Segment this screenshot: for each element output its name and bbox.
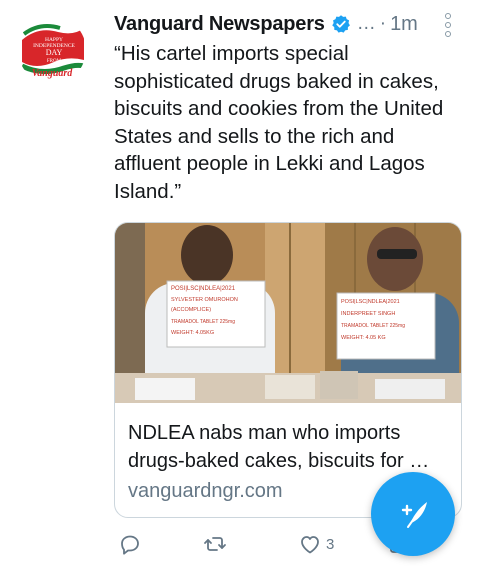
sign-left-line2: SYLVESTER OMUROHON <box>171 297 238 303</box>
like-button[interactable]: 3 <box>298 532 334 556</box>
avatar-brand: Vanguard <box>32 68 74 79</box>
vanguard-independence-logo: HAPPY INDEPENDENCE DAY FROM Vanguard <box>18 16 86 84</box>
author-handle: … <box>356 13 376 34</box>
retweet-icon <box>204 537 226 551</box>
sign-left-line4: TRAMADOL TABLET 225mg <box>171 319 235 325</box>
card-image: POSI|LSC|NDLEA|2021 SYLVESTER OMUROHON (… <box>115 223 461 403</box>
reply-icon <box>121 535 139 555</box>
compose-tweet-button[interactable] <box>371 472 455 556</box>
reply-button[interactable] <box>118 532 146 556</box>
avatar-badge-line3: DAY <box>46 48 63 57</box>
sign-left-line5: WEIGHT: 4.05KG <box>171 330 214 336</box>
avatar[interactable]: HAPPY INDEPENDENCE DAY FROM Vanguard <box>18 16 86 84</box>
tweet-text: “His cartel imports special sophisticate… <box>114 42 444 203</box>
sign-right-line4: WEIGHT: 4.05 KG <box>341 335 386 341</box>
avatar-badge-line4: FROM <box>47 59 62 64</box>
heart-icon <box>301 536 319 554</box>
more-options-icon[interactable] <box>444 13 452 37</box>
card-domain: vanguardngr.com <box>128 480 283 502</box>
tweet-header: Vanguard Newspapers … · 1m <box>114 10 466 38</box>
sign-left-line1: POSI|LSC|NDLEA|2021 <box>171 286 236 292</box>
author-name[interactable]: Vanguard Newspapers <box>114 13 325 36</box>
sign-left-line3: (ACCOMPLICE) <box>171 307 211 313</box>
like-count: 3 <box>326 535 335 553</box>
header-separator: · <box>379 13 387 34</box>
sign-right-line2: INDERPREET SINGH <box>341 311 395 317</box>
tweet-timestamp[interactable]: 1m <box>390 13 418 36</box>
compose-feather-icon <box>401 502 427 528</box>
sign-right-line3: TRAMADOL TABLET 225mg <box>341 323 405 329</box>
verified-badge-icon <box>331 15 350 33</box>
card-title: NDLEA nabs man who imports drugs-baked c… <box>128 422 430 472</box>
retweet-button[interactable] <box>203 532 231 556</box>
sign-right-line1: POSI|LSC|NDLEA|2021 <box>341 299 400 305</box>
